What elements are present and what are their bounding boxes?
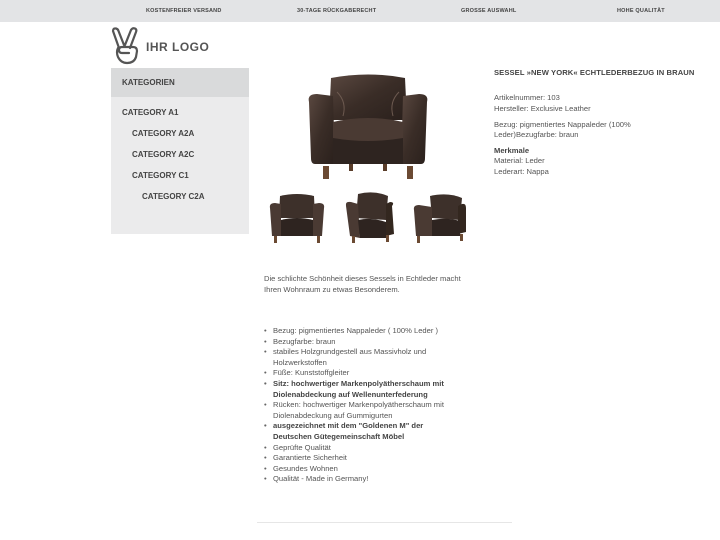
- sidebar-item-category-a2a[interactable]: CATEGORY A2A: [132, 129, 194, 138]
- top-benefits-bar: KOSTENFREIER VERSAND 30-TAGE RÜCKGABEREC…: [0, 0, 720, 22]
- peace-hand-icon: [111, 27, 139, 65]
- leather-type-spec: Lederart: Nappa: [494, 167, 549, 176]
- sidebar-item-category-a2c[interactable]: CATEGORY A2C: [132, 150, 194, 159]
- benefit-return-policy: 30-TAGE RÜCKGABERECHT: [297, 8, 377, 14]
- sidebar-item-category-a1[interactable]: CATEGORY A1: [122, 108, 178, 117]
- benefit-large-selection: GROSSE AUSWAHL: [461, 8, 517, 14]
- product-thumbnail-3[interactable]: [408, 190, 470, 246]
- logo-text: IHR LOGO: [146, 40, 210, 54]
- feature-item: Qualität - Made in Germany!: [264, 474, 464, 485]
- feature-item: stabiles Holzgrundgestell aus Massivholz…: [264, 347, 464, 368]
- product-thumbnail-2[interactable]: [340, 190, 402, 246]
- material-spec: Material: Leder: [494, 156, 545, 165]
- feature-item: ausgezeichnet mit dem "Goldenen M" der D…: [264, 421, 464, 442]
- category-sidebar: KATEGORIEN CATEGORY A1 CATEGORY A2A CATE…: [111, 68, 249, 234]
- feature-item: Sitz: hochwertiger Markenpolyätherschaum…: [264, 379, 464, 400]
- cover-material-line-1: Bezug: pigmentiertes Nappaleder (100%: [494, 120, 631, 129]
- feature-item: Rücken: hochwertiger Markenpolyätherscha…: [264, 400, 464, 421]
- benefit-high-quality: HOHE QUALITÄT: [617, 8, 665, 14]
- manufacturer: Hersteller: Exclusive Leather: [494, 104, 591, 113]
- features-heading: Merkmale: [494, 146, 530, 155]
- feature-item: Füße: Kunststoffgleiter: [264, 368, 464, 379]
- sidebar-item-category-c1[interactable]: CATEGORY C1: [132, 171, 189, 180]
- feature-item: Geprüfte Qualität: [264, 443, 464, 454]
- product-thumbnail-1[interactable]: [266, 190, 328, 246]
- feature-item: Bezugfarbe: braun: [264, 337, 464, 348]
- cover-material-line-2: Leder)Bezugfarbe: braun: [494, 130, 579, 139]
- feature-item: Gesundes Wohnen: [264, 464, 464, 475]
- sidebar-item-category-c2a[interactable]: CATEGORY C2A: [142, 192, 205, 201]
- product-feature-list: Bezug: pigmentiertes Nappaleder ( 100% L…: [264, 326, 464, 485]
- sidebar-heading: KATEGORIEN: [111, 68, 249, 97]
- feature-item: Garantierte Sicherheit: [264, 453, 464, 464]
- feature-item: Bezug: pigmentiertes Nappaleder ( 100% L…: [264, 326, 464, 337]
- product-description: Die schlichte Schönheit dieses Sessels i…: [264, 274, 461, 294]
- article-number: Artikelnummer: 103: [494, 93, 560, 102]
- content-divider: [257, 522, 512, 523]
- product-title: SESSEL »NEW YORK« ECHTLEDERBEZUG IN BRAU…: [494, 68, 695, 77]
- site-logo[interactable]: IHR LOGO: [110, 26, 220, 66]
- benefit-free-shipping: KOSTENFREIER VERSAND: [146, 8, 222, 14]
- product-main-image[interactable]: [303, 72, 433, 184]
